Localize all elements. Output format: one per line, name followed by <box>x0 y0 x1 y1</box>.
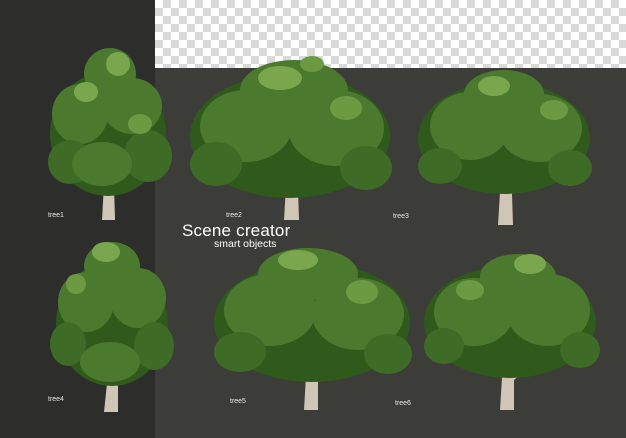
tree-icon <box>190 56 392 220</box>
tree-icon <box>418 70 592 225</box>
tree3-label: tree3 <box>393 213 409 220</box>
scene-subtitle: smart objects <box>214 238 277 250</box>
tree2-image <box>186 56 394 220</box>
tree2-label: tree2 <box>226 212 242 219</box>
tree4-image <box>46 238 176 412</box>
tree-icon <box>50 242 174 412</box>
tree6-label: tree6 <box>395 400 411 407</box>
tree6-image <box>422 254 600 410</box>
tree-icon <box>214 248 412 410</box>
scene-canvas: tree1 tree2 tree3 tree4 tree5 tree6 Scen… <box>0 0 626 438</box>
tree1-label: tree1 <box>48 212 64 219</box>
tree4-label: tree4 <box>48 396 64 403</box>
tree-icon <box>424 254 600 410</box>
tree1-image <box>40 44 175 220</box>
tree5-label: tree5 <box>230 398 246 405</box>
tree5-image <box>212 248 414 410</box>
tree-icon <box>48 48 172 220</box>
tree3-image <box>414 70 594 225</box>
